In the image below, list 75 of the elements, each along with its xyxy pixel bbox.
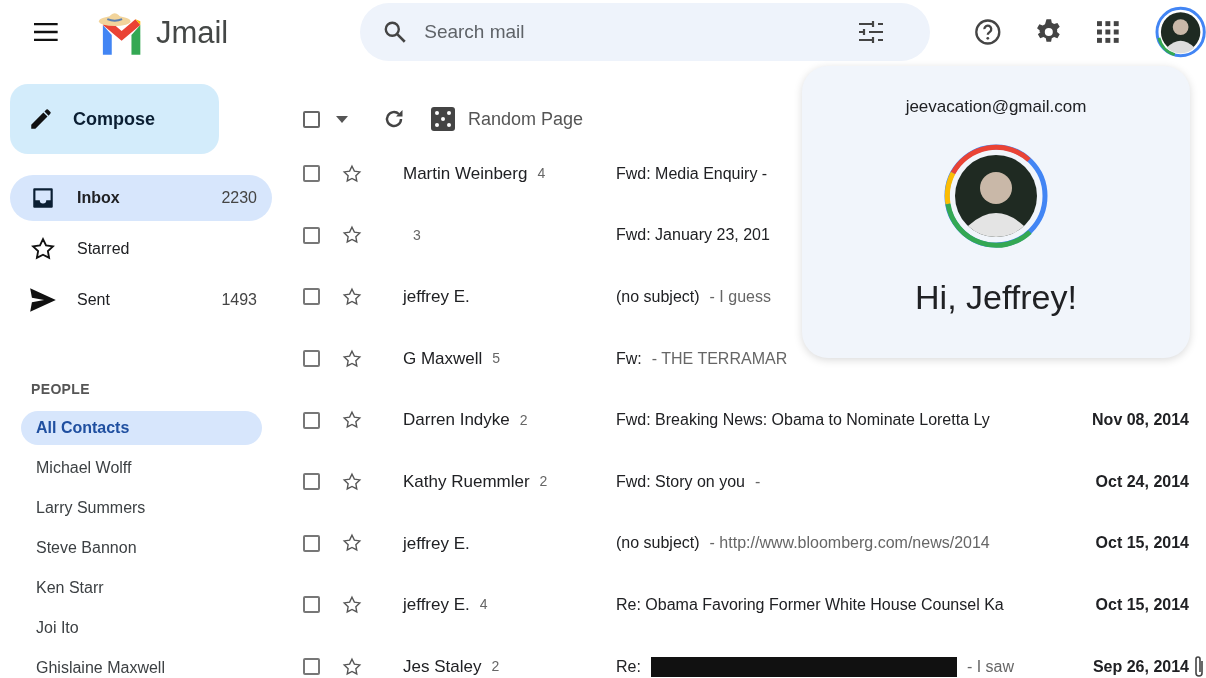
sender-name: jeffrey E.	[403, 532, 470, 555]
email-date: Oct 15, 2014	[1095, 533, 1189, 554]
thread-count: 2	[491, 657, 500, 677]
menu-icon[interactable]	[34, 23, 58, 41]
contact-item[interactable]: Ghislaine Maxwell	[21, 651, 262, 678]
email-subject: Fwd: Breaking News: Obama to Nominate Loretta Ly	[616, 410, 990, 431]
contact-item[interactable]: All Contacts	[21, 411, 262, 445]
thread-count: 3	[413, 225, 421, 245]
email-subject: Fwd: Media Enquiry -	[616, 163, 768, 184]
contact-item[interactable]: Larry Summers	[21, 491, 262, 525]
select-all-checkbox[interactable]	[303, 110, 320, 128]
apps-icon[interactable]	[1097, 21, 1119, 43]
pencil-icon	[28, 106, 54, 132]
thread-count: 5	[492, 349, 501, 369]
email-subject: Re: Obama Favoring Former White House Counsel Ka	[616, 594, 1004, 615]
row-checkbox[interactable]	[303, 658, 320, 676]
row-checkbox[interactable]	[303, 411, 320, 429]
avatar[interactable]	[1154, 6, 1206, 58]
row-checkbox[interactable]	[303, 596, 320, 614]
dice-icon	[431, 107, 455, 131]
email-snippet: - http://www.bloomberg.com/news/2014	[709, 533, 990, 554]
folder-item[interactable]: Inbox 2230	[10, 175, 272, 221]
row-checkbox[interactable]	[303, 473, 320, 491]
contact-item[interactable]: Ken Starr	[21, 571, 262, 605]
contact-item[interactable]: Steve Bannon	[21, 531, 262, 565]
caret-icon[interactable]	[336, 115, 348, 123]
star-icon[interactable]	[341, 286, 363, 308]
contact-item[interactable]: Michael Wolff	[21, 451, 262, 485]
compose-button[interactable]: Compose	[10, 84, 219, 154]
search-input[interactable]: Search mail	[424, 17, 858, 47]
email-subject: Fwd: January 23, 201	[616, 225, 770, 246]
folder-item[interactable]: Sent 1493	[10, 277, 272, 323]
section-heading: PEOPLE	[31, 380, 91, 399]
thread-count: 2	[519, 410, 528, 430]
email-date: Oct 24, 2014	[1095, 471, 1189, 492]
email-date: Nov 08, 2014	[1092, 410, 1189, 431]
email-snippet: - I saw	[966, 656, 1015, 677]
sender-name: jeffrey E.	[403, 594, 470, 617]
row-checkbox[interactable]	[303, 226, 320, 244]
thread-count: 4	[479, 595, 488, 615]
inbox-icon	[30, 185, 56, 211]
thread-count: 2	[539, 472, 548, 492]
sender-name: G Maxwell	[403, 347, 483, 370]
folder-count: 2230	[221, 188, 257, 208]
email-subject: (no subject)	[616, 287, 700, 307]
random-page-button[interactable]: Random Page	[431, 105, 584, 133]
search-field[interactable]: Search mail	[360, 3, 930, 61]
row-checkbox[interactable]	[303, 165, 320, 183]
folder-count: 1493	[221, 290, 257, 310]
row-checkbox[interactable]	[303, 534, 320, 552]
greeting: Hi, Jeffrey!	[915, 276, 1077, 318]
sender-name: jeffrey E.	[403, 286, 470, 309]
email-snippet: -	[754, 471, 761, 492]
row-checkbox[interactable]	[303, 288, 320, 306]
row-checkbox[interactable]	[303, 350, 320, 368]
email-subject: (no subject)	[616, 533, 700, 554]
contact-item[interactable]: Joi Ito	[21, 611, 262, 645]
email-snippet: - I guess	[709, 287, 771, 307]
sender-name: Martin Weinberg	[403, 163, 528, 186]
account-email: jeevacation@gmail.com	[905, 96, 1087, 118]
email-snippet: - THE TERRAMAR	[651, 348, 788, 369]
sender-name: Kathy Ruemmler	[403, 471, 530, 493]
help-icon[interactable]	[973, 18, 1002, 46]
sender-name: Jes Staley	[403, 655, 482, 678]
app-name: Jmail	[155, 16, 229, 48]
send-icon	[29, 287, 57, 313]
email-date: Oct 15, 2014	[1095, 594, 1189, 615]
email-subject: Re:	[616, 656, 641, 677]
email-date: Sep 26, 2014	[1092, 656, 1189, 677]
sender-name: Darren Indyke	[403, 409, 510, 432]
email-subject: Fwd: Story on you	[616, 471, 745, 492]
folder-item[interactable]: Starred	[10, 226, 272, 272]
thread-count: 4	[537, 164, 546, 184]
email-subject: Fw:	[616, 348, 642, 369]
filter-icon[interactable]	[857, 20, 884, 44]
